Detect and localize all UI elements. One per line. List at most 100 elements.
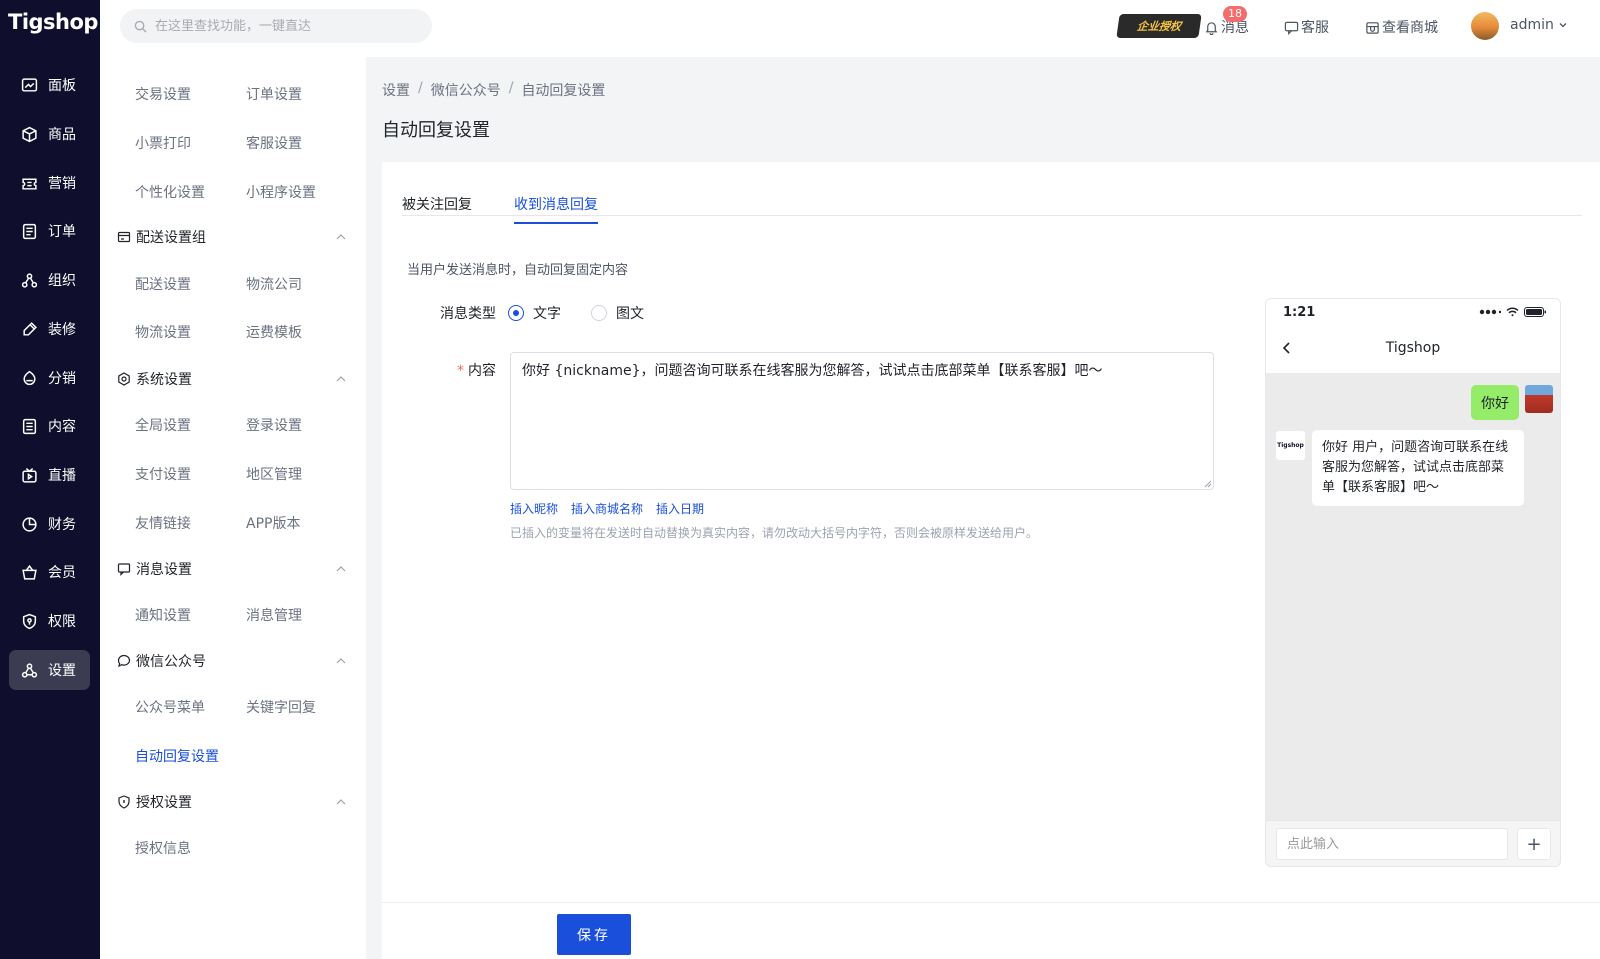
customer-service-link[interactable]: 客服	[1284, 17, 1329, 37]
submenu-item-service-settings[interactable]: 客服设置	[246, 133, 302, 153]
rail-item-organization[interactable]: 组织	[9, 260, 90, 300]
submenu-group-system[interactable]: 系统设置	[117, 369, 357, 389]
rail-item-label: 装修	[48, 322, 76, 338]
rail-item-orders[interactable]: 订单	[9, 211, 90, 251]
submenu-item-freight-template[interactable]: 运费模板	[246, 322, 302, 342]
store-icon	[1366, 21, 1379, 34]
view-store-link[interactable]: 查看商城	[1365, 17, 1438, 37]
auto-reply-card: 被关注回复 收到消息回复 当用户发送消息时，自动回复固定内容 消息类型 文字 图…	[382, 162, 1600, 902]
rail-item-permissions[interactable]: 权限	[9, 601, 90, 641]
form-footer: 保存	[382, 902, 1600, 959]
enterprise-license-badge[interactable]: 企业授权	[1116, 14, 1202, 38]
bell-icon	[1205, 21, 1218, 35]
service-label: 客服	[1301, 20, 1329, 36]
tab-follow-reply[interactable]: 被关注回复	[402, 194, 472, 222]
content-label: * 内容	[457, 360, 496, 380]
submenu-item-app-version[interactable]: APP版本	[246, 513, 300, 533]
save-button[interactable]: 保存	[557, 914, 631, 955]
pie-icon	[22, 516, 37, 532]
phone-preview: 1:21 Tigshop 你好 Tigshop 你好 用户，问题咨询可联系在线客…	[1265, 298, 1561, 867]
chevron-up-icon	[336, 566, 346, 572]
rail-item-label: 分销	[48, 371, 76, 387]
content-label-text: 内容	[468, 363, 496, 379]
insert-date-link[interactable]: 插入日期	[656, 500, 704, 517]
insert-store-name-link[interactable]: 插入商城名称	[571, 500, 643, 517]
user-avatar-image	[1525, 385, 1553, 413]
rail-item-live[interactable]: 直播	[9, 455, 90, 495]
phone-time: 1:21	[1283, 305, 1316, 320]
user-avatar[interactable]	[1471, 12, 1499, 40]
submenu-item-friend-links[interactable]: 友情链接	[135, 513, 191, 533]
rail-item-dashboard[interactable]: 面板	[9, 65, 90, 105]
rail-item-label: 权限	[48, 614, 76, 630]
breadcrumb-item[interactable]: 设置	[382, 80, 410, 100]
radio-dot	[508, 305, 524, 321]
live-icon	[22, 467, 37, 483]
submenu-item-auto-reply-settings[interactable]: 自动回复设置	[135, 746, 219, 766]
submenu-item-payment-settings[interactable]: 支付设置	[135, 464, 191, 484]
rail-item-content[interactable]: 内容	[9, 406, 90, 446]
rail-item-label: 会员	[48, 565, 76, 581]
reply-tabs: 被关注回复 收到消息回复	[402, 184, 1582, 224]
submenu-item-wechat-menu[interactable]: 公众号菜单	[135, 697, 205, 717]
auto-reply-bubble: 你好 用户，问题咨询可联系在线客服为您解答，试试点击底部菜单【联系客服】吧～	[1312, 430, 1524, 506]
app-logo[interactable]: Tigshop	[8, 10, 98, 34]
submenu-item-message-management[interactable]: 消息管理	[246, 605, 302, 625]
rail-item-label: 财务	[48, 517, 76, 533]
insert-variable-links: 插入昵称 插入商城名称 插入日期	[510, 500, 704, 517]
submenu-group-license[interactable]: 授权设置	[117, 792, 357, 812]
submenu-group-delivery[interactable]: 配送设置组	[117, 227, 357, 247]
chevron-up-icon	[336, 658, 346, 664]
search-input[interactable]	[155, 18, 405, 34]
submenu-item-global-settings[interactable]: 全局设置	[135, 415, 191, 435]
rail-item-label: 订单	[48, 224, 76, 240]
radio-dot	[591, 305, 607, 321]
page-title: 自动回复设置	[382, 120, 490, 141]
brush-icon	[23, 321, 37, 336]
insert-nickname-link[interactable]: 插入昵称	[510, 500, 558, 517]
submenu-item-login-settings[interactable]: 登录设置	[246, 415, 302, 435]
submenu-group-wechat[interactable]: 微信公众号	[117, 651, 357, 671]
ticket-icon	[22, 178, 37, 190]
submenu-group-title: 配送设置组	[136, 230, 206, 246]
rail-item-products[interactable]: 商品	[9, 114, 90, 154]
submenu-group-title: 微信公众号	[136, 654, 206, 670]
phone-plus-button[interactable]: +	[1517, 828, 1551, 860]
submenu-item-logistics-company[interactable]: 物流公司	[246, 274, 302, 294]
tab-message-reply[interactable]: 收到消息回复	[514, 194, 598, 224]
user-menu[interactable]: admin	[1510, 17, 1568, 33]
rail-item-label: 直播	[48, 468, 76, 484]
submenu-item-logistics-settings[interactable]: 物流设置	[135, 322, 191, 342]
document-icon	[22, 418, 37, 434]
rail-item-distribution[interactable]: 分销	[9, 358, 90, 398]
submenu-item-personalization[interactable]: 个性化设置	[135, 182, 205, 202]
phone-input-bar: +	[1266, 820, 1560, 866]
box-icon	[22, 126, 37, 142]
submenu-item-region-management[interactable]: 地区管理	[246, 464, 302, 484]
radio-type-text[interactable]: 文字	[508, 303, 561, 323]
submenu-group-message[interactable]: 消息设置	[117, 559, 357, 579]
breadcrumb-item[interactable]: 微信公众号	[431, 80, 501, 100]
chevron-down-icon	[1559, 23, 1567, 28]
submenu-item-keyword-reply[interactable]: 关键字回复	[246, 697, 316, 717]
submenu-item-license-info[interactable]: 授权信息	[135, 838, 191, 858]
rail-item-decoration[interactable]: 装修	[9, 309, 90, 349]
submenu-item-order-settings[interactable]: 订单设置	[246, 84, 302, 104]
chevron-up-icon	[336, 234, 346, 240]
submenu-item-notification-settings[interactable]: 通知设置	[135, 605, 191, 625]
submenu-item-receipt-print[interactable]: 小票打印	[135, 133, 191, 153]
rail-item-marketing[interactable]: 营销	[9, 163, 90, 203]
phone-status-icons	[1479, 307, 1546, 317]
global-search[interactable]	[120, 9, 432, 43]
rail-item-members[interactable]: 会员	[9, 552, 90, 592]
chevron-up-icon	[336, 376, 346, 382]
submenu-item-miniapp-settings[interactable]: 小程序设置	[246, 182, 316, 202]
content-textarea[interactable]: 你好 {nickname}，问题咨询可联系在线客服为您解答，试试点击底部菜单【联…	[510, 352, 1214, 490]
radio-type-news[interactable]: 图文	[591, 303, 644, 323]
resize-grip-icon[interactable]	[1202, 478, 1212, 488]
phone-message-input[interactable]	[1276, 828, 1508, 860]
rail-item-settings[interactable]: 设置	[9, 650, 90, 690]
submenu-item-delivery-settings[interactable]: 配送设置	[135, 274, 191, 294]
rail-item-finance[interactable]: 财务	[9, 504, 90, 544]
submenu-item-trade-settings[interactable]: 交易设置	[135, 84, 191, 104]
